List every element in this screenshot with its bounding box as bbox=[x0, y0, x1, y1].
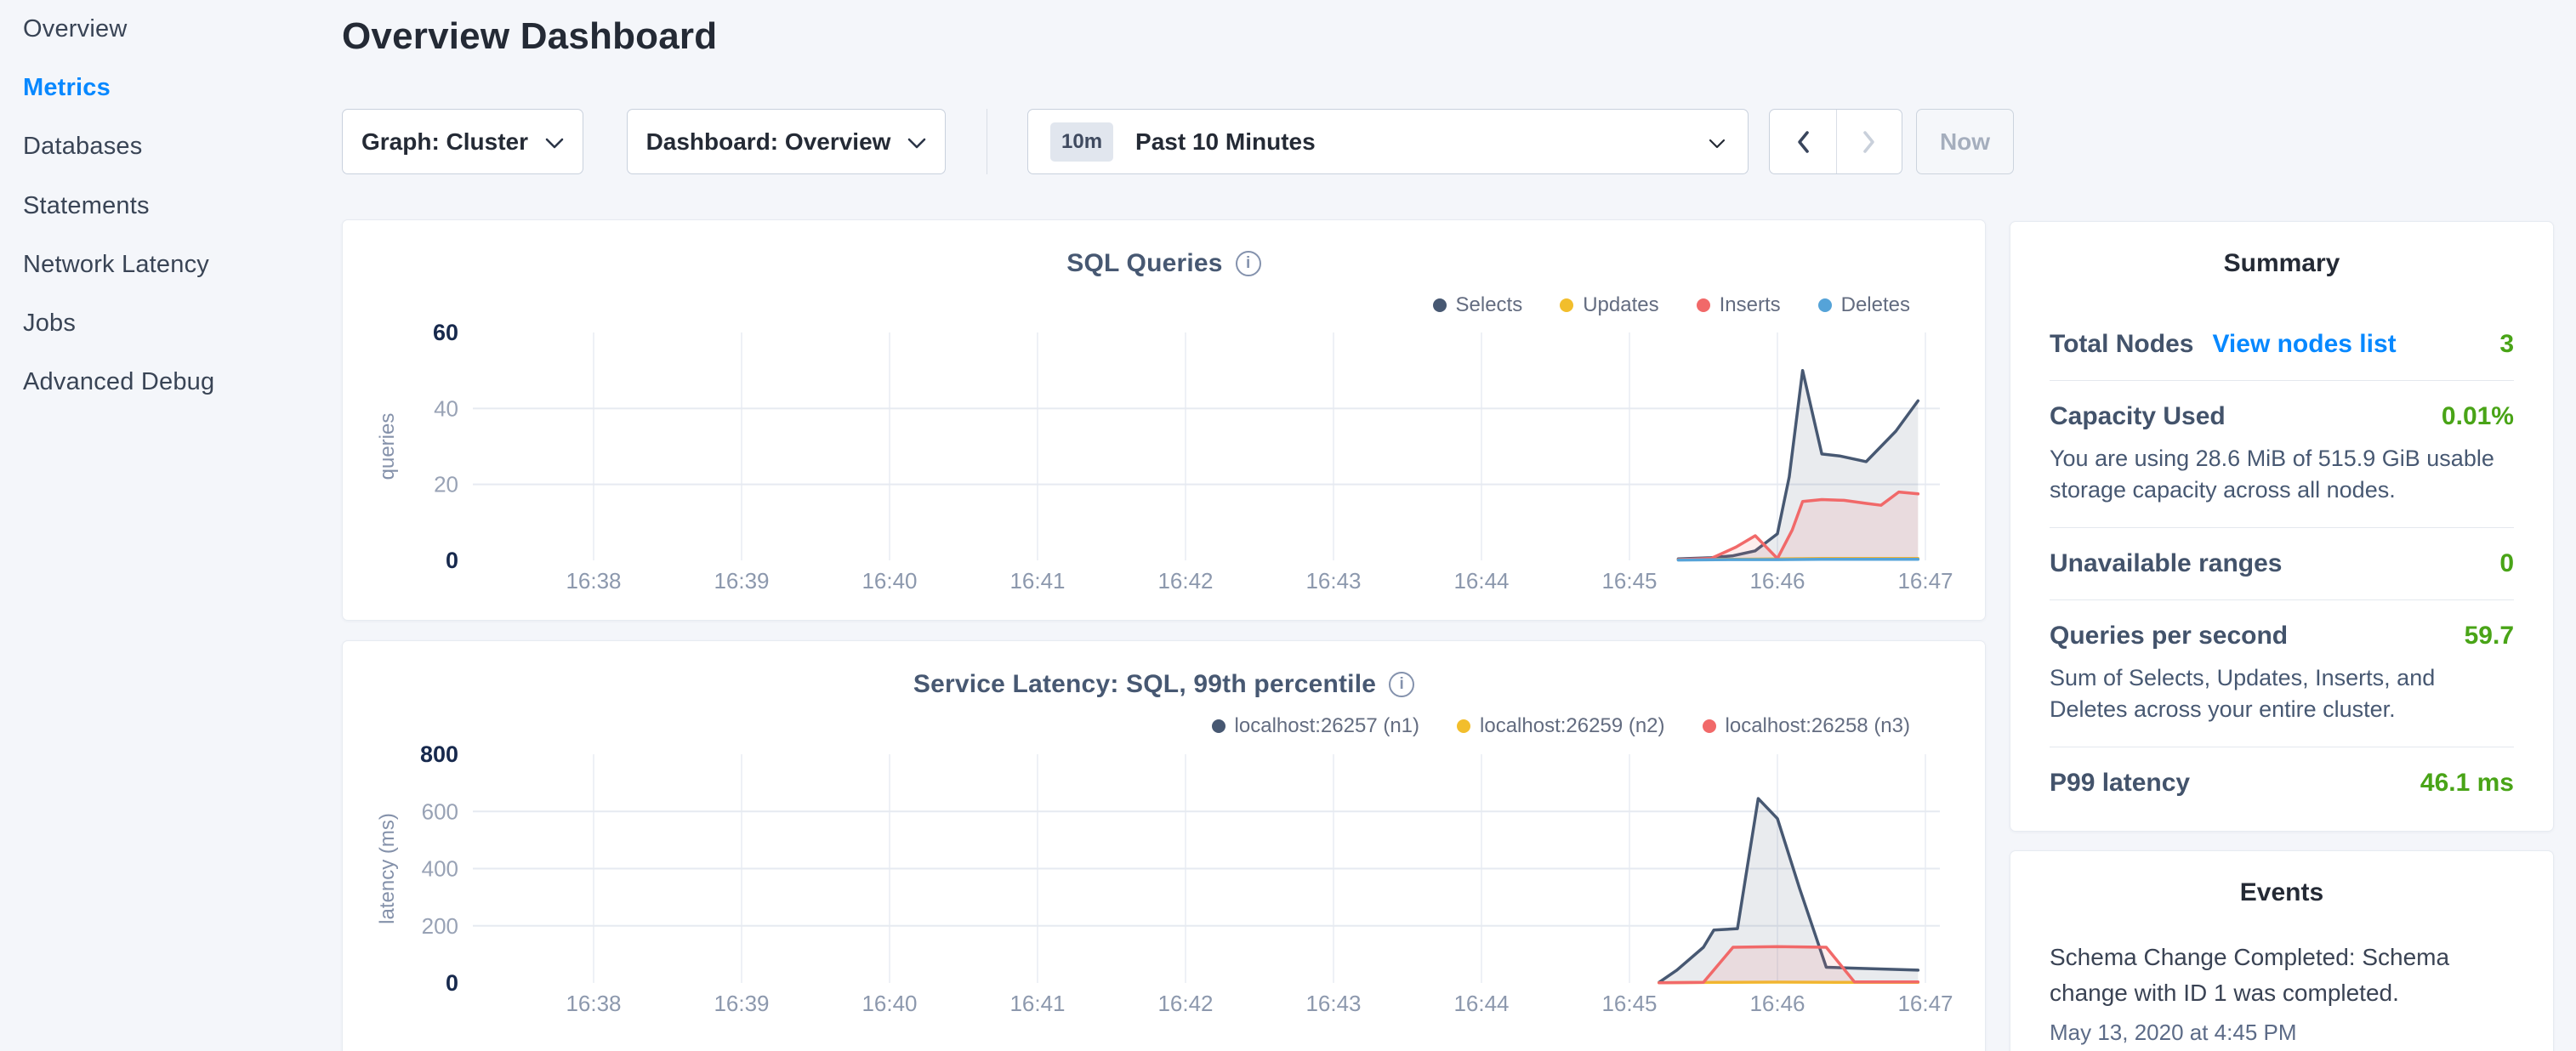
chevron-down-icon bbox=[1709, 139, 1726, 149]
sidebar-item-overview[interactable]: Overview bbox=[23, 17, 127, 42]
svg-text:16:41: 16:41 bbox=[1009, 568, 1065, 594]
svg-text:16:47: 16:47 bbox=[1897, 568, 1953, 594]
summary-row-value: 46.1 ms bbox=[2420, 769, 2514, 798]
event-text: Schema Change Completed: Schema change w… bbox=[2050, 940, 2514, 1011]
svg-text:16:45: 16:45 bbox=[1601, 568, 1657, 594]
svg-text:16:46: 16:46 bbox=[1749, 991, 1805, 1016]
svg-text:16:45: 16:45 bbox=[1601, 991, 1657, 1016]
svg-text:16:38: 16:38 bbox=[566, 568, 621, 594]
previous-range-button[interactable] bbox=[1770, 110, 1836, 173]
sql-queries-plot[interactable]: 16:38 16:39 16:40 16:41 16:42 16:43 16:44 16:45… bbox=[343, 220, 1985, 620]
sidebar-item-jobs[interactable]: Jobs bbox=[23, 311, 76, 336]
dashboard-dropdown[interactable]: Dashboard: Overview bbox=[627, 109, 946, 174]
chart-plot-svg: 16:38 16:39 16:40 16:41 16:42 16:43 16:44 16:45… bbox=[343, 641, 1985, 1039]
chevron-left-icon bbox=[1795, 130, 1811, 154]
summary-row-label: Capacity Used bbox=[2050, 402, 2226, 431]
graph-dropdown-label: Graph: Cluster bbox=[361, 128, 528, 156]
summary-panel: Summary Total Nodes View nodes list 3 Capac… bbox=[2010, 221, 2554, 832]
svg-text:16:46: 16:46 bbox=[1749, 568, 1805, 594]
next-range-button[interactable] bbox=[1836, 110, 1902, 173]
events-title: Events bbox=[2050, 878, 2514, 907]
sidebar-item-databases[interactable]: Databases bbox=[23, 134, 142, 159]
chevron-down-icon bbox=[545, 138, 564, 149]
svg-text:0: 0 bbox=[446, 970, 458, 996]
svg-text:800: 800 bbox=[420, 741, 458, 767]
svg-text:40: 40 bbox=[434, 395, 458, 421]
time-range-badge: 10m bbox=[1050, 122, 1113, 162]
svg-text:200: 200 bbox=[422, 913, 458, 939]
summary-row-description: You are using 28.6 MiB of 515.9 GiB usab… bbox=[2050, 443, 2514, 506]
event-item[interactable]: Schema Change Completed: Schema change w… bbox=[2050, 940, 2514, 1046]
summary-row-main: P99 latency 46.1 ms bbox=[2050, 769, 2514, 798]
page-title: Overview Dashboard bbox=[342, 15, 717, 58]
summary-row-label: Total Nodes bbox=[2050, 330, 2193, 359]
svg-text:16:38: 16:38 bbox=[566, 991, 621, 1016]
svg-text:60: 60 bbox=[433, 320, 458, 345]
svg-text:16:47: 16:47 bbox=[1897, 991, 1953, 1016]
graph-dropdown[interactable]: Graph: Cluster bbox=[342, 109, 583, 174]
event-timestamp: May 13, 2020 at 4:45 PM bbox=[2050, 1020, 2514, 1046]
sidebar-item-network-latency[interactable]: Network Latency bbox=[23, 253, 209, 277]
chart-plot-svg: 16:38 16:39 16:40 16:41 16:42 16:43 16:44 16:45… bbox=[343, 220, 1985, 616]
toolbar: Graph: Cluster Dashboard: Overview 10m P… bbox=[342, 109, 2014, 174]
time-pager bbox=[1769, 109, 1902, 174]
svg-text:16:42: 16:42 bbox=[1157, 991, 1213, 1016]
summary-rows: Total Nodes View nodes list 3 Capacity Used… bbox=[2050, 309, 2514, 819]
time-range-selector[interactable]: 10m Past 10 Minutes bbox=[1027, 109, 1749, 174]
sidebar-item-advanced-debug[interactable]: Advanced Debug bbox=[23, 370, 214, 395]
summary-row-main: Total Nodes View nodes list 3 bbox=[2050, 330, 2514, 359]
summary-row-label: Unavailable ranges bbox=[2050, 549, 2282, 578]
summary-row-description: Sum of Selects, Updates, Inserts, and De… bbox=[2050, 662, 2514, 725]
svg-text:16:43: 16:43 bbox=[1305, 568, 1361, 594]
summary-row-label: Queries per second bbox=[2050, 622, 2288, 650]
summary-row: P99 latency 46.1 ms bbox=[2050, 747, 2514, 819]
sidebar-item-metrics[interactable]: Metrics bbox=[23, 76, 111, 100]
summary-row-value: 0 bbox=[2499, 549, 2514, 578]
svg-text:16:42: 16:42 bbox=[1157, 568, 1213, 594]
summary-row: Capacity Used 0.01% You are using 28.6 MiB… bbox=[2050, 381, 2514, 528]
view-nodes-list-link[interactable]: View nodes list bbox=[2212, 330, 2396, 359]
sql-queries-chart-card: SQL Queries i SelectsUpdatesInsertsDelet… bbox=[342, 219, 1986, 621]
chevron-right-icon bbox=[1862, 130, 1877, 154]
summary-row-label: P99 latency bbox=[2050, 769, 2190, 798]
summary-title: Summary bbox=[2050, 249, 2514, 278]
summary-row-main: Queries per second 59.7 bbox=[2050, 622, 2514, 650]
chevron-down-icon bbox=[907, 138, 926, 149]
svg-text:0: 0 bbox=[446, 548, 458, 573]
svg-text:16:43: 16:43 bbox=[1305, 991, 1361, 1016]
svg-text:400: 400 bbox=[422, 856, 458, 882]
events-panel: Events Schema Change Completed: Schema c… bbox=[2010, 850, 2554, 1051]
summary-row: Queries per second 59.7 Sum of Selects, Up… bbox=[2050, 600, 2514, 747]
main-content: Overview Dashboard Graph: Cluster Dashbo… bbox=[342, 0, 2014, 1051]
svg-text:16:44: 16:44 bbox=[1453, 568, 1509, 594]
svg-text:20: 20 bbox=[434, 472, 458, 497]
svg-text:latency (ms): latency (ms) bbox=[376, 813, 399, 924]
summary-row: Unavailable ranges 0 bbox=[2050, 528, 2514, 600]
svg-text:16:39: 16:39 bbox=[714, 568, 769, 594]
summary-row-main: Capacity Used 0.01% bbox=[2050, 402, 2514, 431]
now-button[interactable]: Now bbox=[1916, 109, 2014, 174]
svg-text:16:39: 16:39 bbox=[714, 991, 769, 1016]
events-list: Schema Change Completed: Schema change w… bbox=[2050, 940, 2514, 1046]
svg-text:600: 600 bbox=[422, 798, 458, 824]
svg-text:16:41: 16:41 bbox=[1009, 991, 1065, 1016]
svg-text:16:40: 16:40 bbox=[862, 568, 917, 594]
sidebar-item-statements[interactable]: Statements bbox=[23, 194, 150, 219]
svg-text:16:44: 16:44 bbox=[1453, 991, 1509, 1016]
summary-row-main: Unavailable ranges 0 bbox=[2050, 549, 2514, 578]
service-latency-chart-card: Service Latency: SQL, 99th percentile i … bbox=[342, 640, 1986, 1051]
summary-row-value: 0.01% bbox=[2442, 402, 2514, 431]
svg-text:16:40: 16:40 bbox=[862, 991, 917, 1016]
summary-row-value: 3 bbox=[2499, 330, 2514, 359]
summary-row-value: 59.7 bbox=[2465, 622, 2514, 650]
dashboard-dropdown-label: Dashboard: Overview bbox=[646, 128, 891, 156]
service-latency-plot[interactable]: 16:38 16:39 16:40 16:41 16:42 16:43 16:44 16:45… bbox=[343, 641, 1985, 1051]
svg-text:queries: queries bbox=[376, 413, 399, 480]
sidebar: Overview Metrics Databases Statements Networ… bbox=[0, 0, 336, 1051]
summary-row: Total Nodes View nodes list 3 bbox=[2050, 309, 2514, 381]
time-range-label: Past 10 Minutes bbox=[1135, 128, 1316, 156]
